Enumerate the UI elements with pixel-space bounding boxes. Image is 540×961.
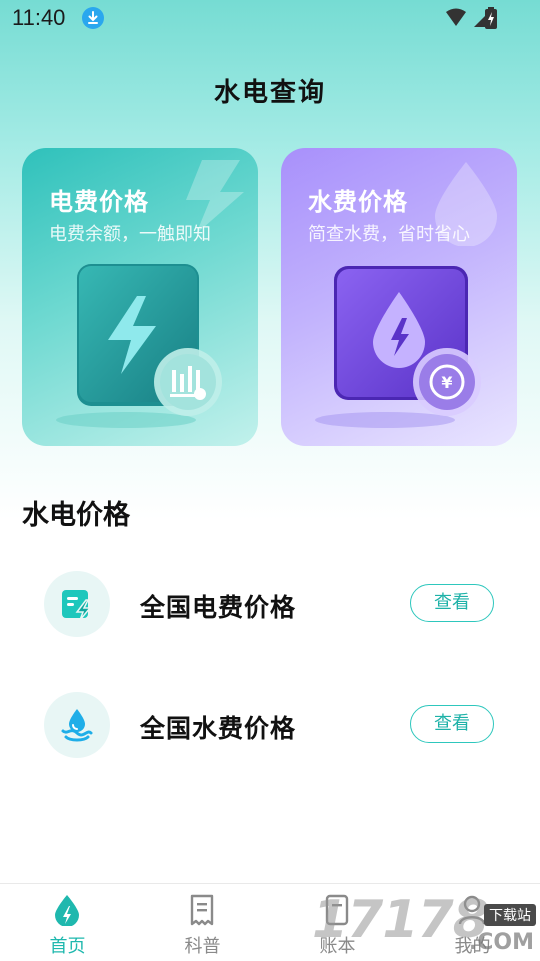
water-card-title: 水费价格 — [308, 188, 408, 216]
water-drop-icon — [44, 692, 110, 758]
water-price-label: 全国水费价格 — [140, 714, 297, 743]
list-item-water-price[interactable]: 全国水费价格 查看 — [0, 685, 540, 765]
watermark-suffix: .COM — [468, 930, 534, 955]
view-electricity-button[interactable]: 查看 — [410, 584, 494, 622]
nav-item-science[interactable]: 科普 — [135, 884, 270, 961]
download-icon — [82, 7, 104, 29]
electricity-price-label: 全国电费价格 — [140, 593, 297, 622]
section-title: 水电价格 — [22, 500, 130, 531]
electricity-card-subtitle: 电费余额，一触即知 — [49, 224, 211, 245]
svg-text:¥: ¥ — [441, 373, 452, 392]
nav-label-home: 首页 — [49, 936, 86, 957]
nav-label-science: 科普 — [184, 936, 221, 957]
status-bar: 11:40 — [0, 0, 540, 38]
home-drop-icon — [55, 895, 79, 926]
document-icon — [190, 894, 214, 926]
battery-charging-icon — [485, 7, 497, 29]
water-card-subtitle: 简查水费，省时省心 — [308, 224, 470, 245]
site-watermark: 17178 下载站 .COM — [312, 890, 540, 960]
list-item-electricity-price[interactable]: 全国电费价格 查看 — [0, 564, 540, 644]
watermark-tag: 下载站 — [484, 904, 536, 926]
watermark-text: 17178 — [312, 890, 489, 950]
view-water-button[interactable]: 查看 — [410, 705, 494, 743]
status-time: 11:40 — [12, 5, 66, 30]
electric-bill-icon — [44, 571, 110, 637]
electricity-card-title: 电费价格 — [49, 188, 149, 216]
water-price-card[interactable]: ¥ 水费价格 简查水费，省时省心 — [281, 148, 517, 446]
electricity-price-card[interactable]: 电费价格 电费余额，一触即知 — [22, 148, 258, 446]
page-title: 水电查询 — [213, 78, 326, 108]
nav-item-home[interactable]: 首页 — [0, 884, 135, 961]
